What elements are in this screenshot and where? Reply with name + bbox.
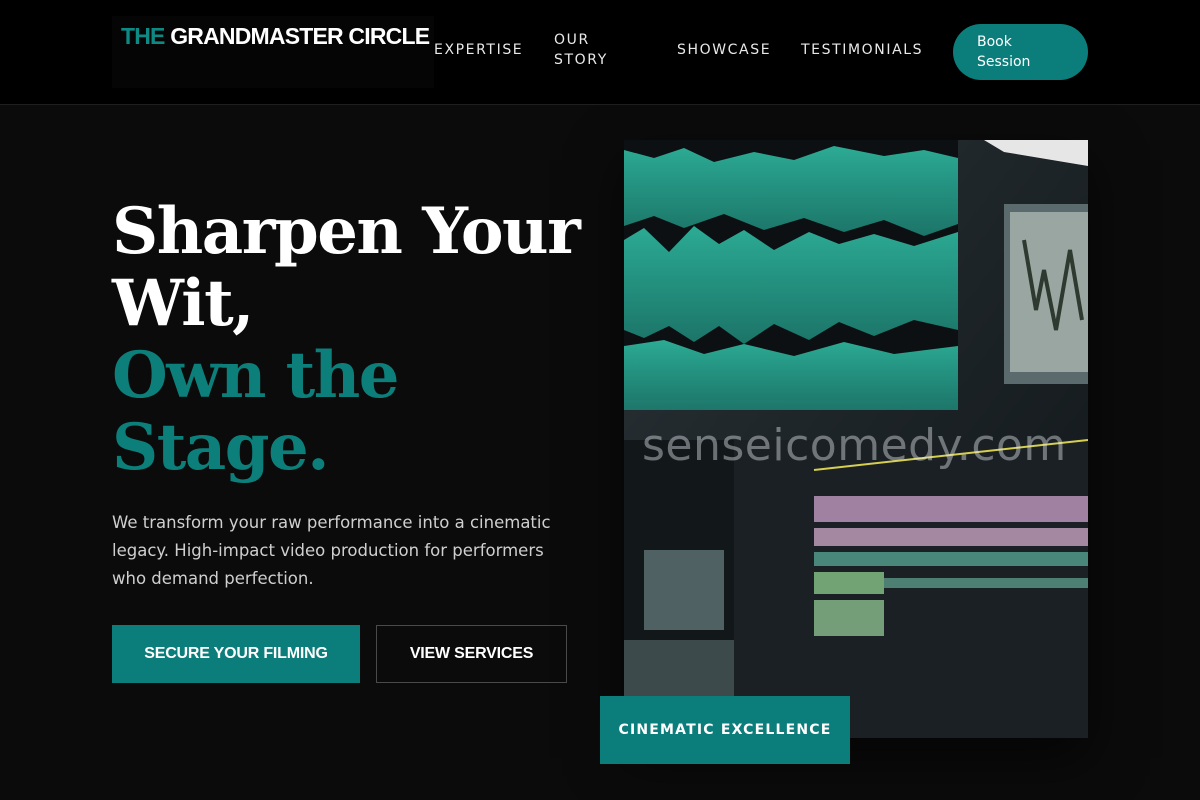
hero-title-line-1: Sharpen Your xyxy=(112,194,581,269)
nav-link-our-story[interactable]: OUR STORY xyxy=(554,30,618,70)
nav-link-testimonials[interactable]: TESTIMONIALS xyxy=(801,40,923,60)
nav-link-expertise[interactable]: EXPERTISE xyxy=(434,40,523,60)
book-session-button[interactable]: Book Session xyxy=(953,24,1088,80)
watermark-text: senseicomedy.com xyxy=(642,420,1067,471)
logo[interactable]: THE GRANDMASTER CIRCLE xyxy=(112,16,434,88)
hero-title-line-4: Stage. xyxy=(112,410,330,485)
hero-title: Sharpen Your Wit, Own the Stage. xyxy=(112,196,592,484)
video-editing-image: senseicomedy.com xyxy=(624,140,1088,738)
book-session-label: Book Session xyxy=(977,34,1031,70)
site-header: THE GRANDMASTER CIRCLE EXPERTISE OUR STO… xyxy=(0,0,1200,105)
hero-title-line-3: Own the xyxy=(112,338,399,413)
nav-link-showcase[interactable]: SHOWCASE xyxy=(677,40,771,60)
hero-title-line-2: Wit, xyxy=(112,266,254,341)
secure-filming-button[interactable]: SECURE YOUR FILMING xyxy=(112,625,360,683)
view-services-button[interactable]: VIEW SERVICES xyxy=(376,625,567,683)
logo-accent: THE xyxy=(121,23,165,49)
hero-subtitle: We transform your raw performance into a… xyxy=(112,513,551,588)
logo-text: GRANDMASTER CIRCLE xyxy=(164,23,430,49)
cinematic-excellence-badge: CINEMATIC EXCELLENCE xyxy=(600,696,850,764)
